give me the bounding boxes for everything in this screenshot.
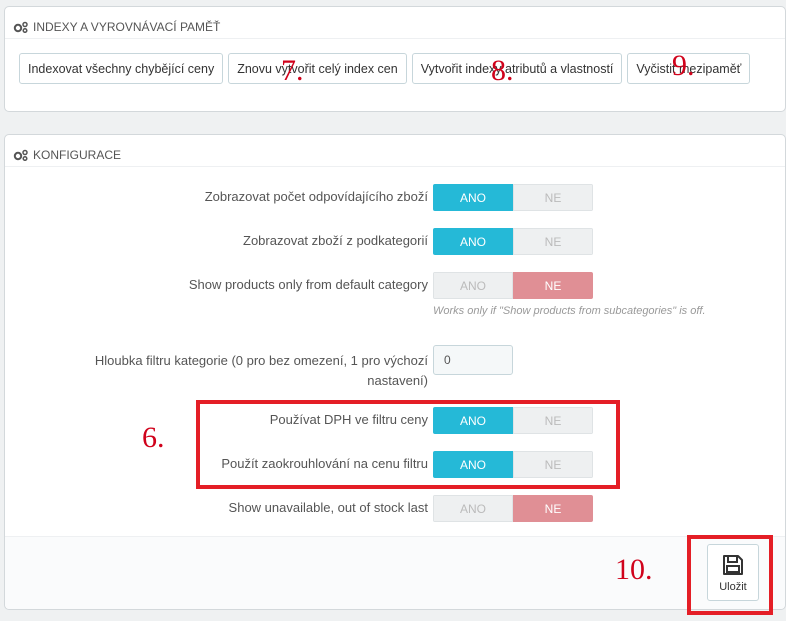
index-panel-heading: INDEXY A VYROVNÁVACÍ PAMĚŤ [5,7,785,39]
help-text: Works only if "Show products from subcat… [433,305,706,317]
index-panel-title: INDEXY A VYROVNÁVACÍ PAMĚŤ [33,20,221,34]
cogs-icon [13,21,28,33]
index-missing-prices-button[interactable]: Indexovat všechny chybějící ceny [19,53,224,84]
annotation-number-7: 7. [281,54,304,87]
annotation-box-save [687,535,773,615]
switch-no-option[interactable]: NE [513,272,593,299]
build-attribute-index-button[interactable]: Vytvořit indexy atributů a vlastností [411,53,623,84]
annotation-number-9: 9. [672,49,695,82]
switch-yes-option[interactable]: ANO [433,495,513,522]
category-depth-input[interactable] [433,345,513,375]
config-panel-footer [5,536,785,609]
cogs-icon [13,149,28,161]
config-panel-title: KONFIGURACE [33,148,122,162]
show-count-switch[interactable]: ANO NE [433,184,593,211]
switch-yes-option[interactable]: ANO [433,228,513,255]
switch-yes-option[interactable]: ANO [433,184,513,211]
switch-yes-option[interactable]: ANO [433,272,513,299]
rebuild-price-index-button[interactable]: Znovu vytvořit celý index cen [228,53,407,84]
annotation-number-8: 8. [491,54,514,87]
out-of-stock-switch[interactable]: ANO NE [433,495,593,522]
config-panel-heading: KONFIGURACE [5,135,785,167]
switch-no-option[interactable]: NE [513,184,593,211]
switch-no-option[interactable]: NE [513,228,593,255]
switch-no-option[interactable]: NE [513,495,593,522]
index-buttons: Indexovat všechny chybějící ceny Znovu v… [19,53,751,84]
field-label: Show unavailable, out of stock last [228,500,428,515]
annotation-box-vat-rounding [196,400,620,489]
field-label: Show products only from default category [188,277,428,292]
default-category-switch[interactable]: ANO NE [433,272,593,299]
field-label: Zobrazovat počet odpovídajícího zboží [204,189,428,204]
annotation-number-10: 10. [615,553,653,586]
field-label: Zobrazovat zboží z podkategorií [243,233,428,248]
annotation-number-6: 6. [142,421,165,454]
subcategories-switch[interactable]: ANO NE [433,228,593,255]
field-label-line2: nastavení) [367,373,428,388]
field-label-line1: Hloubka filtru kategorie (0 pro bez omez… [94,353,428,368]
